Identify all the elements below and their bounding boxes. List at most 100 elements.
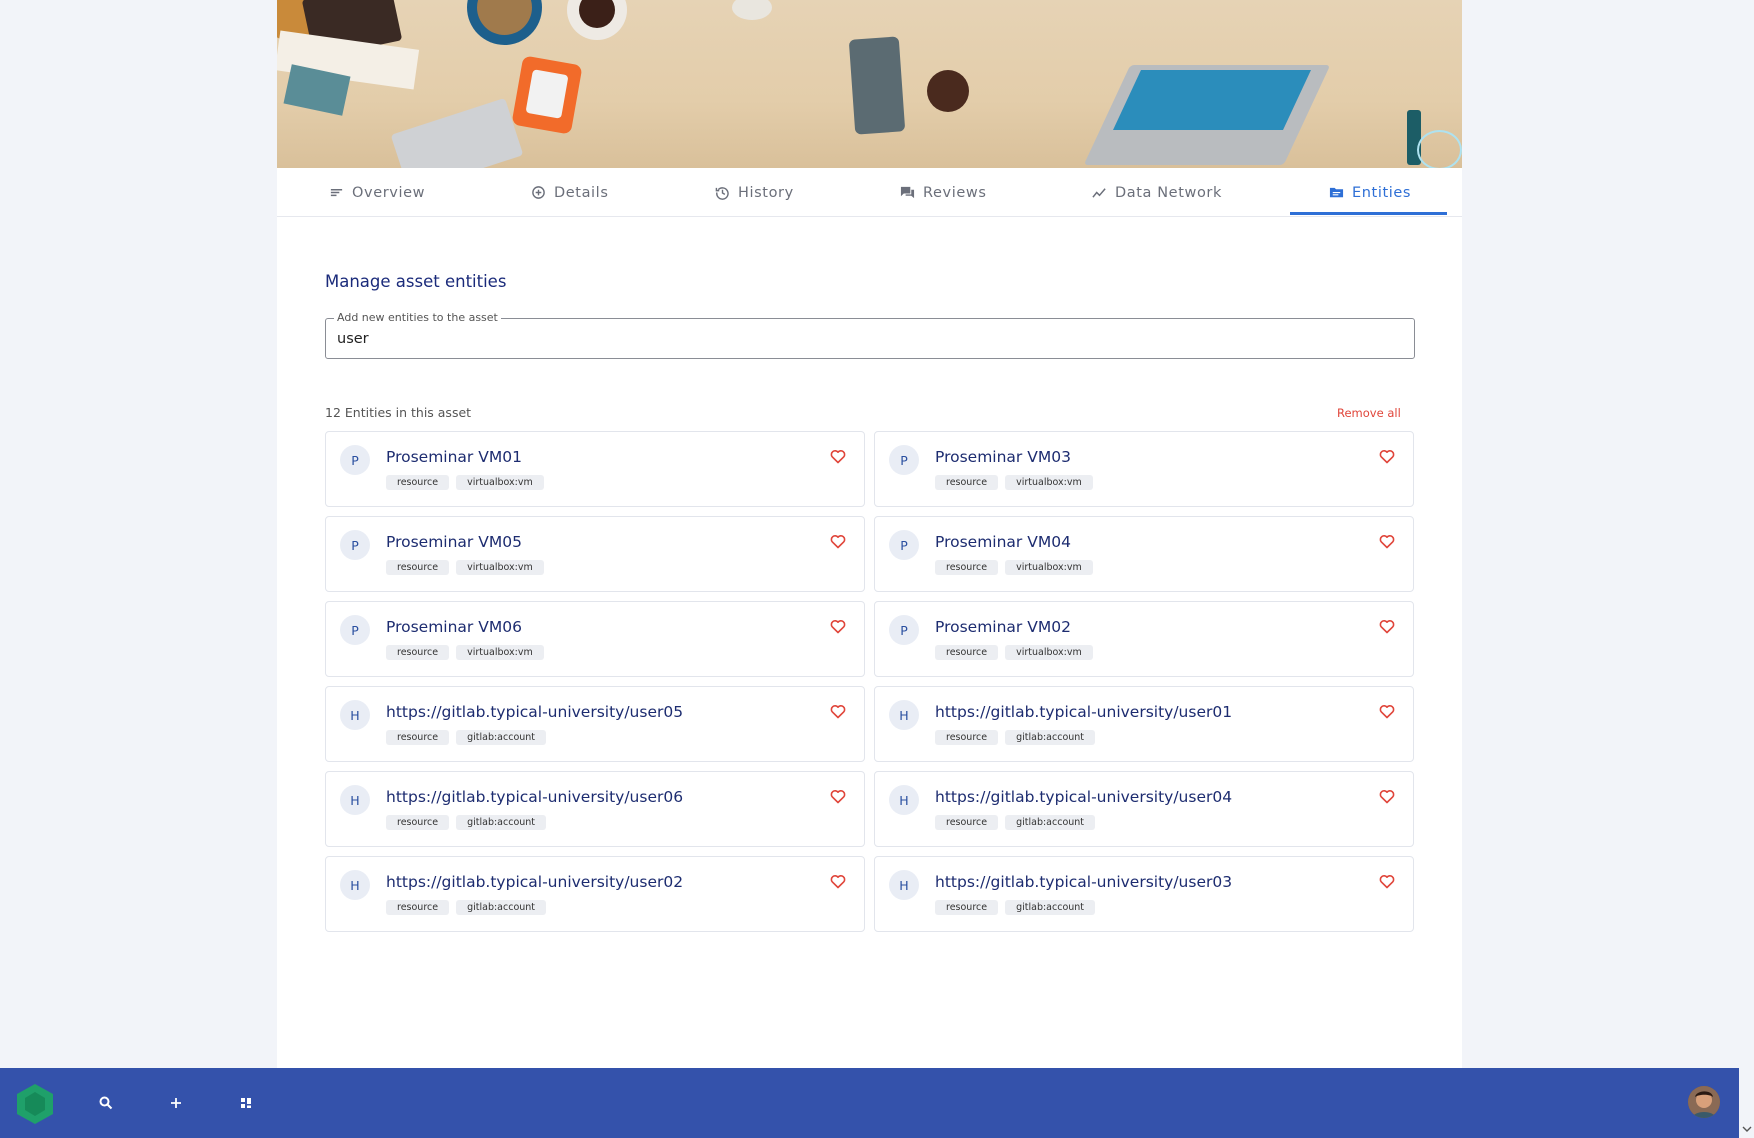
heart-icon[interactable] <box>1379 449 1395 464</box>
entity-card[interactable]: P Proseminar VM05 resource virtualbox:vm <box>325 516 865 592</box>
entity-card[interactable]: P Proseminar VM01 resource virtualbox:vm <box>325 431 865 507</box>
entity-tags: resource gitlab:account <box>386 900 547 915</box>
entity-tag: resource <box>386 475 450 490</box>
plus-circle-icon <box>532 186 545 199</box>
entity-avatar: H <box>889 870 919 900</box>
entity-tags: resource gitlab:account <box>935 815 1096 830</box>
bottom-bar <box>0 1068 1739 1138</box>
entity-tag: virtualbox:vm <box>456 475 544 490</box>
tab-overview[interactable]: Overview <box>329 168 425 217</box>
tab-entities-label: Entities <box>1352 184 1412 201</box>
tab-history[interactable]: History <box>715 168 794 217</box>
heart-icon[interactable] <box>1379 704 1395 719</box>
heart-icon[interactable] <box>1379 874 1395 889</box>
entity-card[interactable]: Hhttps://gitlab.typical-university/user0… <box>874 771 1414 847</box>
entity-tag: resource <box>386 560 450 575</box>
heart-icon[interactable] <box>830 704 846 719</box>
entity-tag: virtualbox:vm <box>456 645 544 660</box>
entity-title[interactable]: https://gitlab.typical-university/user03 <box>935 873 1232 891</box>
heart-icon[interactable] <box>1379 619 1395 634</box>
tab-reviews[interactable]: Reviews <box>900 168 987 217</box>
remove-all-button[interactable]: Remove all <box>1337 406 1401 420</box>
tab-reviews-label: Reviews <box>923 184 987 201</box>
entity-avatar: H <box>889 785 919 815</box>
entity-title[interactable]: https://gitlab.typical-university/user04 <box>935 788 1232 806</box>
entity-tag: resource <box>935 475 999 490</box>
add-entities-input[interactable] <box>337 328 1397 350</box>
entity-card[interactable]: Hhttps://gitlab.typical-university/user0… <box>325 771 865 847</box>
entity-tags: resource gitlab:account <box>386 815 547 830</box>
tab-data-network-label: Data Network <box>1115 184 1222 201</box>
history-icon <box>715 187 729 200</box>
active-tab-indicator <box>1290 212 1447 215</box>
entity-title[interactable]: Proseminar VM04 <box>935 533 1071 551</box>
entity-tag: virtualbox:vm <box>1005 560 1093 575</box>
entity-avatar: P <box>889 615 919 645</box>
entity-tag: virtualbox:vm <box>1005 475 1093 490</box>
entity-card[interactable]: Hhttps://gitlab.typical-university/user0… <box>325 856 865 932</box>
entity-tag: gitlab:account <box>456 900 547 915</box>
entity-title[interactable]: https://gitlab.typical-university/user02 <box>386 873 683 891</box>
grid-icon[interactable] <box>236 1093 256 1113</box>
entity-title[interactable]: Proseminar VM01 <box>386 448 522 466</box>
entity-title[interactable]: Proseminar VM06 <box>386 618 522 636</box>
tab-data-network[interactable]: Data Network <box>1092 168 1222 217</box>
add-entities-field: Add new entities to the asset <box>325 311 1415 359</box>
chat-icon <box>900 186 915 199</box>
heart-icon[interactable] <box>830 449 846 464</box>
heart-icon[interactable] <box>1379 534 1395 549</box>
entity-title[interactable]: Proseminar VM03 <box>935 448 1071 466</box>
entity-tag: resource <box>935 560 999 575</box>
trend-icon <box>1092 188 1106 198</box>
entity-avatar: P <box>889 530 919 560</box>
user-photo-icon <box>1688 1086 1720 1118</box>
heart-icon[interactable] <box>830 789 846 804</box>
section-title: Manage asset entities <box>325 272 507 291</box>
entity-card[interactable]: P Proseminar VM02 resource virtualbox:vm <box>874 601 1414 677</box>
plus-icon[interactable] <box>166 1093 186 1113</box>
heart-icon[interactable] <box>830 534 846 549</box>
entity-tags: resource virtualbox:vm <box>386 475 544 490</box>
entity-tags: resource virtualbox:vm <box>935 475 1093 490</box>
entity-tag: gitlab:account <box>456 730 547 745</box>
entity-tags: resource gitlab:account <box>935 730 1096 745</box>
entity-tag: resource <box>935 645 999 660</box>
entity-title[interactable]: https://gitlab.typical-university/user05 <box>386 703 683 721</box>
entity-tag: resource <box>386 645 450 660</box>
entity-card[interactable]: Hhttps://gitlab.typical-university/user0… <box>874 856 1414 932</box>
heart-icon[interactable] <box>830 874 846 889</box>
user-avatar[interactable] <box>1688 1086 1720 1118</box>
entity-tag: gitlab:account <box>456 815 547 830</box>
tab-entities[interactable]: Entities <box>1329 168 1411 217</box>
search-icon[interactable] <box>96 1093 116 1113</box>
entity-card[interactable]: P Proseminar VM06 resource virtualbox:vm <box>325 601 865 677</box>
entity-tags: resource virtualbox:vm <box>935 560 1093 575</box>
scrollbar[interactable] <box>1739 0 1754 1138</box>
entity-avatar: H <box>340 870 370 900</box>
entity-tags: resource virtualbox:vm <box>386 560 544 575</box>
entity-tags: resource virtualbox:vm <box>935 645 1093 660</box>
entity-card[interactable]: P Proseminar VM03 resource virtualbox:vm <box>874 431 1414 507</box>
heart-icon[interactable] <box>830 619 846 634</box>
entity-card[interactable]: Hhttps://gitlab.typical-university/user0… <box>325 686 865 762</box>
entity-tag: gitlab:account <box>1005 730 1096 745</box>
tab-overview-label: Overview <box>352 184 426 201</box>
entity-avatar: H <box>340 785 370 815</box>
scroll-down-arrow-icon[interactable] <box>1742 1124 1752 1134</box>
entity-card[interactable]: Hhttps://gitlab.typical-university/user0… <box>874 686 1414 762</box>
app-logo-icon[interactable] <box>15 1083 55 1125</box>
folder-icon <box>1329 187 1344 198</box>
entity-title[interactable]: Proseminar VM02 <box>935 618 1071 636</box>
heart-icon[interactable] <box>1379 789 1395 804</box>
entity-tag: resource <box>935 815 999 830</box>
entity-title[interactable]: Proseminar VM05 <box>386 533 522 551</box>
entity-card[interactable]: P Proseminar VM04 resource virtualbox:vm <box>874 516 1414 592</box>
tab-details[interactable]: Details <box>531 168 608 217</box>
entity-tag: resource <box>935 900 999 915</box>
entity-title[interactable]: https://gitlab.typical-university/user01 <box>935 703 1232 721</box>
entity-avatar: P <box>340 445 370 475</box>
header-banner-image <box>277 0 1462 168</box>
entity-count: 12 Entities in this asset <box>325 405 472 420</box>
entity-title[interactable]: https://gitlab.typical-university/user06 <box>386 788 683 806</box>
entity-tags: resource gitlab:account <box>935 900 1096 915</box>
